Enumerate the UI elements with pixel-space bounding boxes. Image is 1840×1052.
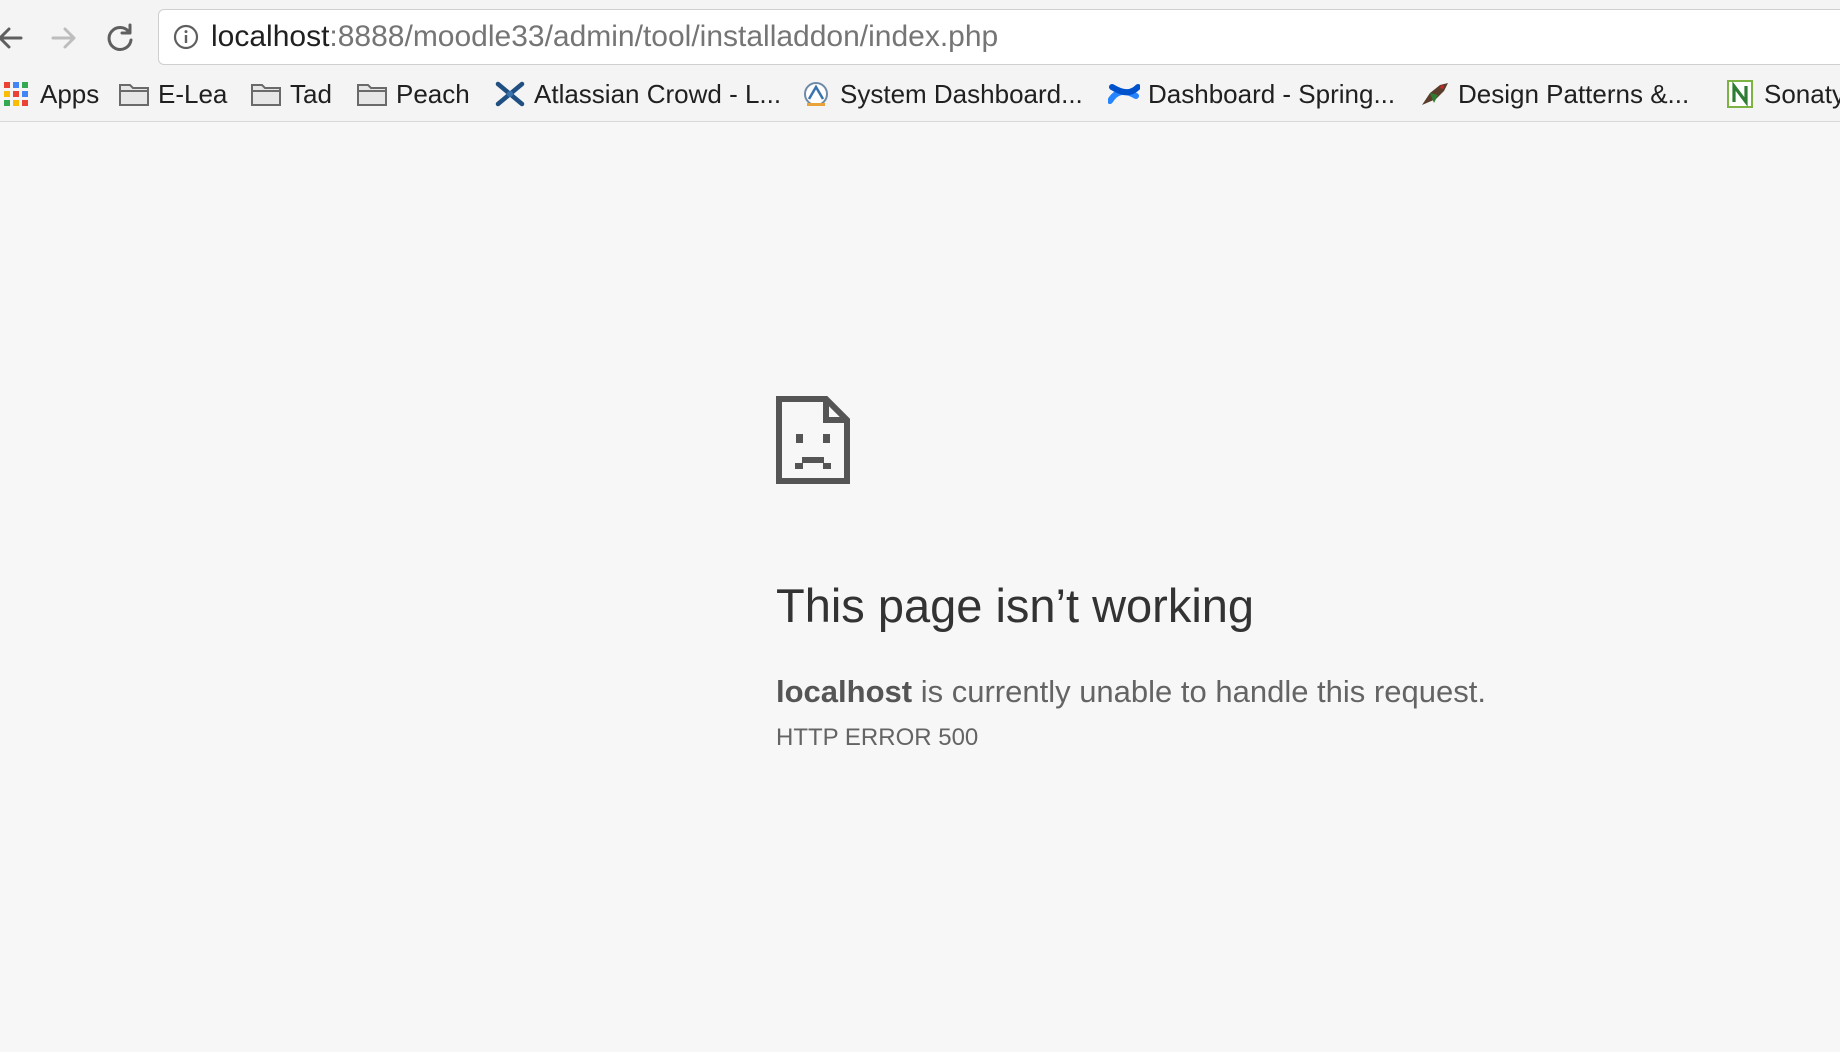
address-bar[interactable]: localhost:8888/moodle33/admin/tool/insta… [158,9,1840,65]
browser-toolbar: localhost:8888/moodle33/admin/tool/insta… [0,0,1840,122]
nexus-icon [1724,78,1756,110]
reload-icon [107,23,133,51]
url-text[interactable]: localhost:8888/moodle33/admin/tool/insta… [211,20,998,54]
error-message-text: is currently unable to handle this reque… [912,674,1486,709]
forward-button[interactable] [40,14,88,62]
bookmark-label: Dashboard - Spring... [1148,78,1396,109]
bookmark-folder-tad[interactable]: Tad [250,72,332,116]
error-message: localhost is currently unable to handle … [776,672,1486,712]
back-button[interactable] [0,14,34,62]
atlassian-crowd-icon [494,78,526,110]
bookmark-label: Design Patterns &... [1458,78,1690,109]
url-host: localhost [211,20,330,53]
url-path: :8888/moodle33/admin/tool/installaddon/i… [329,20,999,53]
bookmark-label: Tad [290,78,332,109]
bookmark-folder-e-lea[interactable]: E-Lea [118,72,227,116]
bookmarks-bar: Apps E-Lea Tad Peach Atlassian Crowd - L… [0,72,1840,116]
info-icon[interactable] [173,24,199,50]
error-code: HTTP ERROR 500 [776,724,979,751]
bookmark-dashboard-spring[interactable]: Dashboard - Spring... [1108,72,1395,116]
error-headline: This page isn’t working [776,579,1255,632]
jira-icon [800,78,832,110]
folder-icon [118,78,150,110]
bookmark-label: E-Lea [158,78,228,109]
bird-icon [1418,78,1450,110]
bookmark-label: Peach [396,78,470,109]
bookmark-folder-peach[interactable]: Peach [356,72,470,116]
forward-arrow-icon [51,27,76,49]
apps-grid-icon [0,78,32,110]
bookmark-apps[interactable]: Apps [0,72,99,116]
bookmark-system-dashboard[interactable]: System Dashboard... [800,72,1083,116]
back-arrow-icon [0,27,23,49]
confluence-icon [1108,78,1140,110]
bookmark-label: Atlassian Crowd - L... [534,78,782,109]
sad-page-icon [776,396,850,484]
bookmark-label: System Dashboard... [840,78,1083,109]
bookmark-design-patterns[interactable]: Design Patterns &... [1418,72,1689,116]
folder-icon [356,78,388,110]
error-message-host: localhost [776,674,913,709]
bookmark-label: Apps [40,78,100,109]
bookmark-label: Sonaty [1764,78,1840,109]
bookmark-sonatype[interactable]: Sonaty [1724,72,1840,116]
folder-icon [250,78,282,110]
bookmark-atlassian-crowd[interactable]: Atlassian Crowd - L... [494,72,781,116]
reload-button[interactable] [96,14,144,62]
